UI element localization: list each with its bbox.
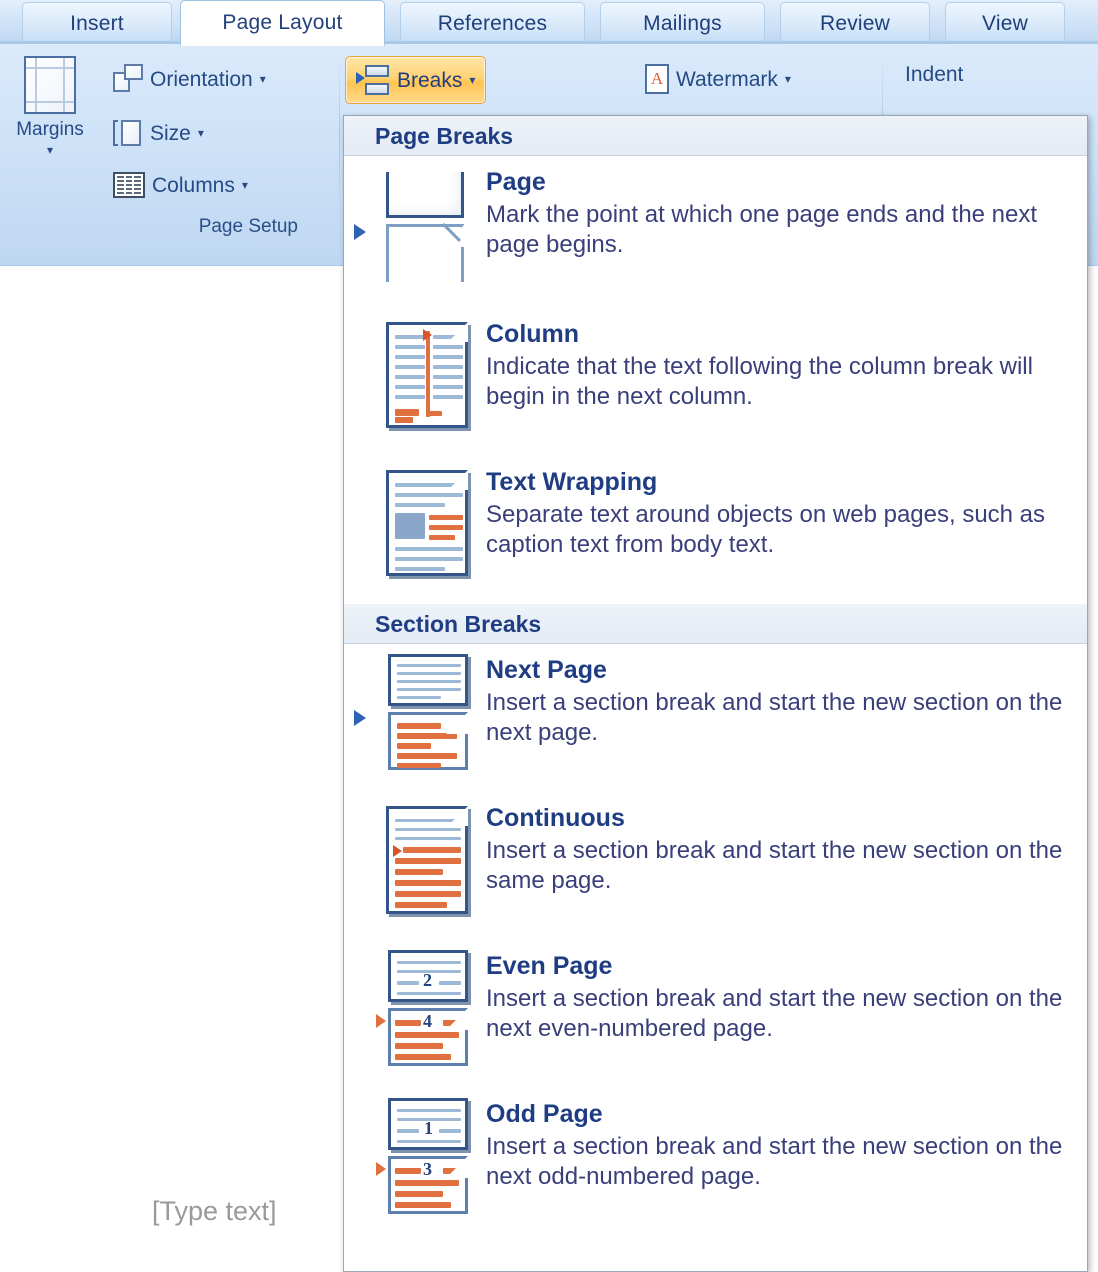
size-label: Size xyxy=(150,121,191,145)
size-caret-icon[interactable]: ▾ xyxy=(198,127,204,139)
breaks-caret-icon[interactable]: ▾ xyxy=(469,74,475,86)
watermark-caret-icon[interactable]: ▾ xyxy=(785,73,791,85)
columns-label: Columns xyxy=(152,173,235,197)
menu-section-header-page-breaks: Page Breaks xyxy=(344,116,1087,156)
menu-item-column-text: Column Indicate that the text following … xyxy=(480,318,1071,412)
continuous-break-icon xyxy=(374,802,480,920)
orientation-icon xyxy=(113,64,143,94)
even-page-break-icon: 2 4 xyxy=(374,950,480,1068)
ribbon-tab-bar: Insert Page Layout References Mailings R… xyxy=(0,0,1098,46)
tab-references[interactable]: References xyxy=(400,2,585,44)
indent-label: Indent xyxy=(905,63,964,86)
menu-item-odd-page[interactable]: 1 3 Odd Page Insert a section break and … xyxy=(344,1088,1087,1236)
orientation-label: Orientation xyxy=(150,67,253,91)
menu-item-text-wrapping-title: Text Wrapping xyxy=(486,468,658,496)
menu-item-page[interactable]: Page Mark the point at which one page en… xyxy=(344,156,1087,308)
tab-view-label: View xyxy=(982,11,1028,35)
menu-item-even-page-text: Even Page Insert a section break and sta… xyxy=(480,950,1071,1044)
menu-item-continuous[interactable]: Continuous Insert a section break and st… xyxy=(344,792,1087,940)
watermark-button[interactable]: A Watermark ▾ xyxy=(640,62,796,96)
margins-label: Margins xyxy=(16,119,84,140)
selection-marker-icon xyxy=(354,224,366,240)
tab-mailings-label: Mailings xyxy=(643,11,722,35)
even-page-number-top: 2 xyxy=(423,970,432,990)
orientation-caret-icon[interactable]: ▾ xyxy=(260,73,266,85)
menu-item-continuous-desc: Insert a section break and start the new… xyxy=(486,837,1063,894)
menu-item-odd-page-title: Odd Page xyxy=(486,1100,603,1128)
breaks-button[interactable]: Breaks ▾ xyxy=(345,56,487,104)
breaks-dropdown-menu: Page Breaks Page Mark the point at which… xyxy=(343,115,1088,1272)
column-break-icon xyxy=(374,318,480,436)
menu-item-page-desc: Mark the point at which one page ends an… xyxy=(486,201,1038,258)
menu-section-header-section-breaks: Section Breaks xyxy=(344,604,1087,644)
odd-page-number-bottom: 3 xyxy=(423,1159,432,1179)
tab-insert[interactable]: Insert xyxy=(22,2,172,44)
text-wrapping-break-icon xyxy=(374,466,480,584)
menu-item-next-page-text: Next Page Insert a section break and sta… xyxy=(480,654,1071,748)
menu-item-even-page-desc: Insert a section break and start the new… xyxy=(486,985,1063,1042)
word-application-window: Insert Page Layout References Mailings R… xyxy=(0,0,1098,1272)
menu-item-even-page[interactable]: 2 4 Even Page Insert a section break and… xyxy=(344,940,1087,1088)
menu-item-continuous-title: Continuous xyxy=(486,804,625,832)
watermark-label: Watermark xyxy=(676,67,778,91)
menu-item-text-wrapping[interactable]: Text Wrapping Separate text around objec… xyxy=(344,456,1087,604)
menu-item-page-title: Page xyxy=(486,168,546,196)
breaks-label: Breaks xyxy=(397,68,463,92)
margins-caret-icon[interactable]: ▾ xyxy=(47,144,53,156)
even-page-number-bottom: 4 xyxy=(423,1011,432,1031)
selection-marker-icon-2 xyxy=(354,710,366,726)
columns-button[interactable]: Columns ▾ xyxy=(108,170,253,200)
odd-page-number-top: 1 xyxy=(424,1118,433,1138)
size-icon xyxy=(113,118,143,148)
menu-item-page-text: Page Mark the point at which one page en… xyxy=(480,166,1071,260)
document-canvas[interactable] xyxy=(0,266,343,1272)
tab-insert-label: Insert xyxy=(70,11,124,35)
columns-icon xyxy=(113,172,145,198)
menu-item-text-wrapping-desc: Separate text around objects on web page… xyxy=(486,501,1046,558)
tab-references-label: References xyxy=(437,11,548,35)
size-button[interactable]: Size ▾ xyxy=(108,116,209,150)
menu-item-column-desc: Indicate that the text following the col… xyxy=(486,353,1033,410)
menu-item-odd-page-text: Odd Page Insert a section break and star… xyxy=(480,1098,1071,1192)
menu-item-odd-page-desc: Insert a section break and start the new… xyxy=(486,1133,1063,1190)
next-page-break-icon xyxy=(374,654,480,772)
tab-view[interactable]: View xyxy=(945,2,1065,44)
menu-item-column-title: Column xyxy=(486,320,580,348)
watermark-icon: A xyxy=(645,64,669,94)
ribbon-group-page-setup: Margins ▾ Orientation ▾ Size ▾ Columns ▾… xyxy=(0,48,340,240)
type-text-placeholder[interactable]: [Type text] xyxy=(152,1196,277,1227)
odd-page-break-icon: 1 3 xyxy=(374,1098,480,1216)
tab-review[interactable]: Review xyxy=(780,2,930,44)
menu-item-text-wrapping-text: Text Wrapping Separate text around objec… xyxy=(480,466,1071,560)
page-break-icon xyxy=(374,166,480,284)
menu-item-continuous-text: Continuous Insert a section break and st… xyxy=(480,802,1071,896)
menu-item-next-page-desc: Insert a section break and start the new… xyxy=(486,689,1063,746)
tab-page-layout[interactable]: Page Layout xyxy=(180,0,385,46)
menu-item-next-page-title: Next Page xyxy=(486,656,607,684)
menu-item-next-page[interactable]: Next Page Insert a section break and sta… xyxy=(344,644,1087,792)
breaks-icon xyxy=(356,63,390,97)
margins-button[interactable]: Margins ▾ xyxy=(2,56,98,156)
margins-icon xyxy=(24,56,76,114)
tab-mailings[interactable]: Mailings xyxy=(600,2,765,44)
indent-label-group: Indent xyxy=(900,62,968,87)
menu-item-column[interactable]: Column Indicate that the text following … xyxy=(344,308,1087,456)
menu-item-even-page-title: Even Page xyxy=(486,952,613,980)
orientation-button[interactable]: Orientation ▾ xyxy=(108,62,271,96)
columns-caret-icon[interactable]: ▾ xyxy=(242,179,248,191)
tab-review-label: Review xyxy=(819,11,891,35)
group-label-page-setup: Page Setup xyxy=(198,216,298,237)
tab-page-layout-label: Page Layout xyxy=(222,11,343,34)
